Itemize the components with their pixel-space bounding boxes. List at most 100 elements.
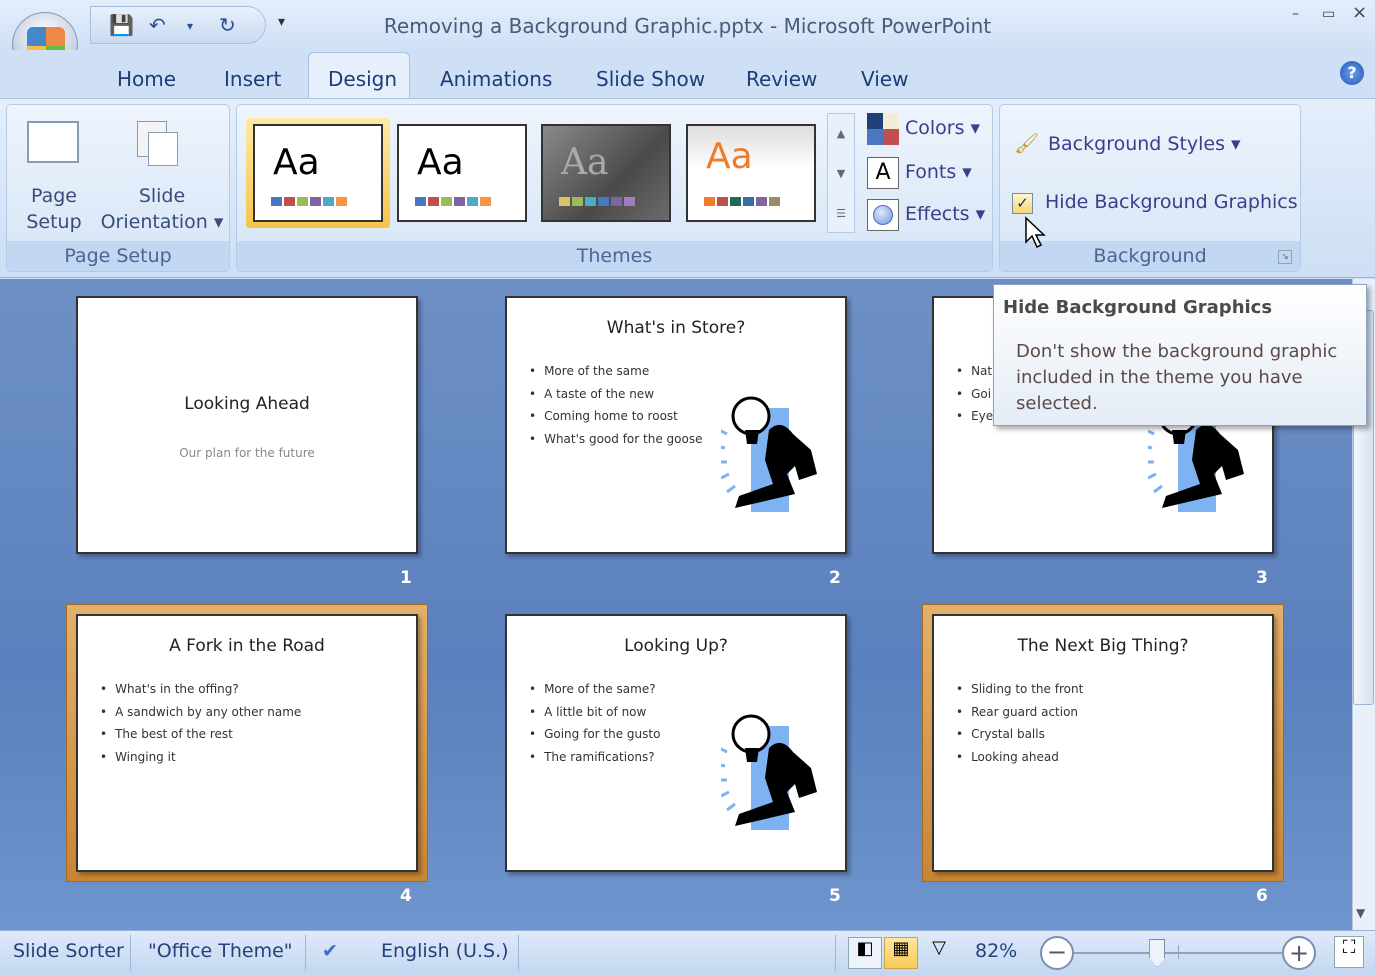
gallery-up-icon[interactable]: ▲ [828, 114, 854, 154]
hide-background-graphics-checkbox[interactable]: ✓ [1012, 193, 1033, 214]
slide-orientation-button[interactable]: Slide Orientation ▾ [97, 183, 227, 235]
tab-insert[interactable]: Insert [224, 67, 281, 91]
color-swatch [297, 197, 308, 206]
slide-thumbnail-6[interactable]: The Next Big Thing? Sliding to the frontR… [932, 614, 1274, 872]
page-setup-icon [27, 121, 79, 163]
undo-icon[interactable]: ↶ [149, 13, 166, 37]
slide-thumbnail-4[interactable]: A Fork in the Road What's in the offing?A… [76, 614, 418, 872]
tab-view[interactable]: View [861, 67, 908, 91]
gallery-more-icon[interactable]: ☰ [828, 194, 854, 234]
color-swatch [480, 197, 491, 206]
colors-button[interactable]: Colors ▾ [905, 117, 980, 139]
bullet-item: A taste of the new [529, 383, 702, 406]
slide-title: The Next Big Thing? [1017, 636, 1189, 656]
slide-thumbnail-5[interactable]: Looking Up? More of the same?A little bit… [505, 614, 847, 872]
bullet-item: Sliding to the front [956, 678, 1083, 701]
slide-number: 2 [829, 568, 841, 588]
bullet-item: The ramifications? [529, 746, 660, 769]
theme-office[interactable]: Aa [253, 124, 383, 222]
fonts-button[interactable]: Fonts ▾ [905, 161, 972, 183]
color-swatch [730, 197, 741, 206]
effects-icon [867, 199, 899, 231]
theme-swatches [559, 197, 635, 206]
group-label: Themes [237, 241, 992, 271]
spell-check-icon[interactable]: ✔ [322, 940, 338, 962]
theme-4[interactable]: Aa [686, 124, 816, 222]
tab-review[interactable]: Review [746, 67, 817, 91]
bullet-item: A sandwich by any other name [100, 701, 301, 724]
tab-animations[interactable]: Animations [440, 67, 552, 91]
status-theme[interactable]: "Office Theme" [148, 940, 293, 962]
bullet-item: Crystal balls [956, 723, 1083, 746]
restore-button[interactable]: ▭ [1322, 6, 1335, 22]
zoom-slider-thumb[interactable] [1149, 939, 1166, 967]
slide-title: Looking Ahead [184, 394, 310, 414]
color-swatch [717, 197, 728, 206]
gallery-down-icon[interactable]: ▼ [828, 154, 854, 194]
save-icon[interactable]: 💾 [109, 13, 134, 37]
color-swatch [454, 197, 465, 206]
page-setup-button[interactable]: Page Setup [21, 183, 87, 235]
lightbulb-businessman-clipart [714, 390, 831, 524]
bullet-item: What's in the offing? [100, 678, 301, 701]
slide-orientation-icon [137, 121, 178, 166]
undo-dropdown-icon[interactable]: ▾ [187, 19, 193, 33]
bullet-item: Rear guard action [956, 701, 1083, 724]
slide-number: 5 [829, 886, 841, 906]
help-icon[interactable]: ? [1340, 61, 1364, 85]
theme-2[interactable]: Aa [397, 124, 527, 222]
slide-bullets: More of the same?A little bit of nowGoin… [529, 678, 660, 768]
color-swatch [310, 197, 321, 206]
close-button[interactable]: × [1352, 2, 1367, 23]
color-swatch [336, 197, 347, 206]
tab-design[interactable]: Design [328, 67, 397, 91]
dialog-launcher-icon[interactable]: ↘ [1278, 250, 1292, 264]
normal-view-button[interactable]: ◧ [848, 937, 882, 969]
slide-thumbnail-2[interactable]: What's in Store? More of the sameA taste … [505, 296, 847, 554]
tab-slide-show[interactable]: Slide Show [596, 67, 705, 91]
lightbulb-businessman-clipart [714, 708, 831, 842]
slide-number: 6 [1256, 886, 1268, 906]
slide-subtitle: Our plan for the future [179, 446, 315, 460]
tooltip-title: Hide Background Graphics [1003, 297, 1273, 318]
color-swatch [769, 197, 780, 206]
slide-title: What's in Store? [606, 318, 746, 338]
color-swatch [428, 197, 439, 206]
bullet-item: More of the same? [529, 678, 660, 701]
status-bar: Slide Sorter "Office Theme" ✔ English (U… [0, 930, 1375, 975]
color-swatch [323, 197, 334, 206]
effects-button[interactable]: Effects ▾ [905, 203, 985, 225]
theme-swatches [271, 197, 347, 206]
zoom-out-button[interactable]: − [1040, 936, 1074, 970]
colors-icon [867, 113, 899, 145]
color-swatch [624, 197, 635, 206]
theme-3[interactable]: Aa [541, 124, 671, 222]
quick-access-toolbar: 💾 ↶ ▾ ↻ [90, 6, 266, 44]
bullet-item: Coming home to roost [529, 405, 702, 428]
slide-bullets: What's in the offing?A sandwich by any o… [100, 678, 301, 768]
zoom-level[interactable]: 82% [975, 940, 1017, 962]
status-language[interactable]: English (U.S.) [381, 940, 509, 962]
fonts-icon: A [867, 157, 899, 189]
redo-icon[interactable]: ↻ [219, 13, 236, 37]
bullet-item: Going for the gusto [529, 723, 660, 746]
background-styles-icon: 🖌 [1014, 131, 1040, 155]
minimize-button[interactable]: – [1292, 6, 1299, 22]
theme-swatches [704, 197, 780, 206]
tab-home[interactable]: Home [117, 67, 176, 91]
color-swatch [743, 197, 754, 206]
tooltip-body: Don't show the background graphic includ… [1016, 341, 1338, 414]
zoom-in-button[interactable]: + [1282, 936, 1316, 970]
customize-qat-icon[interactable]: ▾ [278, 14, 285, 30]
background-styles-button[interactable]: Background Styles ▾ [1048, 133, 1241, 155]
scroll-down-icon[interactable]: ▼ [1356, 906, 1365, 920]
slide-show-view-button[interactable]: ▽ [922, 937, 956, 969]
slide-title: Looking Up? [624, 636, 728, 656]
fit-to-window-button[interactable]: ⛶ [1334, 936, 1364, 968]
hide-background-graphics-label[interactable]: Hide Background Graphics [1045, 191, 1298, 213]
bullet-item: The best of the rest [100, 723, 301, 746]
slide-thumbnail-1[interactable]: Looking Ahead Our plan for the future [76, 296, 418, 554]
slide-title: A Fork in the Road [169, 636, 325, 656]
bullet-item: Winging it [100, 746, 301, 769]
slide-sorter-view-button[interactable]: ▦ [884, 937, 918, 969]
